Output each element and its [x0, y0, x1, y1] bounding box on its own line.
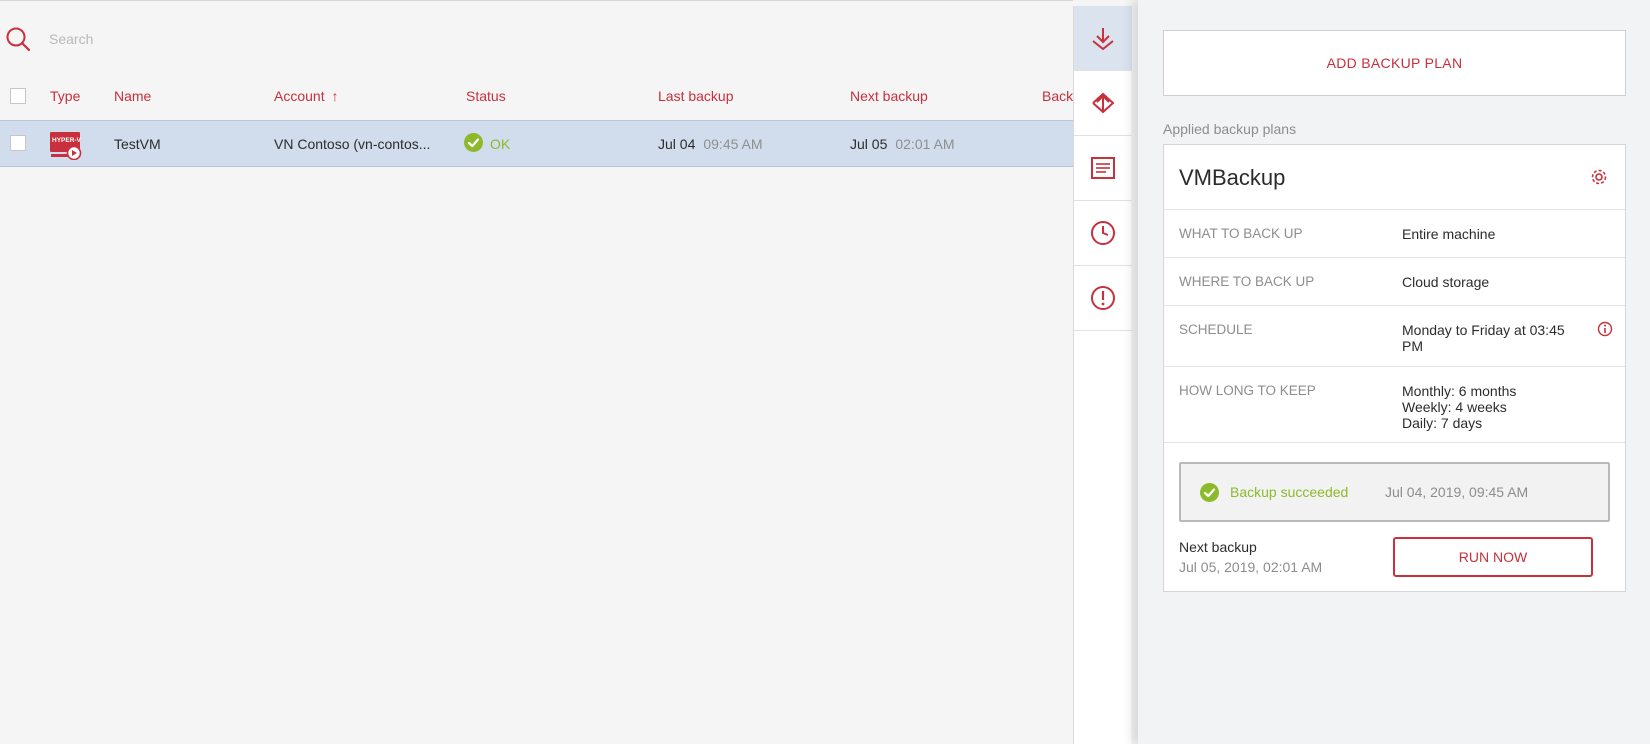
keep-line-3: Daily: 7 days — [1402, 415, 1483, 431]
prop-schedule: SCHEDULE Monday to Friday at 03:45 PM — [1164, 305, 1625, 366]
prop-where-to-back-up: WHERE TO BACK UP Cloud storage — [1164, 257, 1625, 305]
prop-value: Monthly: 6 months Weekly: 4 weeks Daily:… — [1402, 383, 1516, 431]
column-header-last-backup[interactable]: Last backup — [658, 88, 734, 104]
column-header-status[interactable]: Status — [466, 88, 506, 104]
backups-button[interactable] — [1074, 136, 1132, 201]
prop-key: SCHEDULE — [1179, 322, 1253, 337]
prop-value: Entire machine — [1402, 226, 1496, 242]
plan-title: VMBackup — [1179, 165, 1286, 190]
column-header-type[interactable]: Type — [50, 88, 80, 104]
info-icon[interactable] — [1597, 321, 1613, 337]
search-bar[interactable]: Search — [0, 13, 1073, 63]
backup-button[interactable] — [1074, 6, 1132, 71]
alerts-button[interactable] — [1074, 266, 1132, 331]
column-header-backup-truncated[interactable]: Back — [1042, 88, 1073, 104]
backup-download-icon — [1092, 28, 1114, 51]
next-backup-value: Jul 05, 2019, 02:01 AM — [1179, 559, 1323, 575]
recovery-button[interactable] — [1074, 71, 1132, 136]
app-root: Search Type Name Account ↑ Status Last b… — [0, 0, 1650, 744]
result-time: Jul 04, 2019, 09:45 AM — [1385, 484, 1529, 500]
row-name: TestVM — [114, 136, 161, 152]
prop-what-to-back-up: WHAT TO BACK UP Entire machine — [1164, 209, 1625, 257]
run-now-button[interactable]: RUN NOW — [1393, 537, 1593, 577]
sort-ascending-icon: ↑ — [331, 88, 339, 104]
backups-list-icon — [1091, 157, 1115, 179]
activities-button[interactable] — [1074, 201, 1132, 266]
column-header-account[interactable]: Account ↑ — [274, 88, 338, 104]
row-next-backup-date: Jul 05 — [850, 136, 888, 152]
table-header: Type Name Account ↑ Status Last backup N… — [0, 77, 1073, 113]
result-message: Backup succeeded — [1230, 484, 1349, 500]
keep-line-2: Weekly: 4 weeks — [1402, 399, 1507, 415]
last-backup-result: Backup succeeded Jul 04, 2019, 09:45 AM — [1179, 462, 1610, 522]
action-strip — [1073, 6, 1132, 744]
schedule-line-1: Monday to Friday at 03:45 — [1402, 322, 1565, 338]
status-ok-icon — [464, 133, 483, 152]
row-last-backup-date: Jul 04 — [658, 136, 696, 152]
prop-key: WHERE TO BACK UP — [1179, 274, 1315, 289]
search-icon[interactable] — [5, 26, 31, 52]
prop-value: Cloud storage — [1402, 274, 1490, 290]
divider — [1164, 442, 1625, 443]
column-header-next-backup[interactable]: Next backup — [850, 88, 928, 104]
row-next-backup: Jul 05 02:01 AM — [850, 136, 955, 152]
row-account: VN Contoso (vn-contos... — [274, 136, 431, 152]
row-last-backup: Jul 04 09:45 AM — [658, 136, 763, 152]
search-input[interactable]: Search — [49, 31, 93, 47]
prop-value: Monday to Friday at 03:45 PM — [1402, 322, 1565, 354]
keep-line-1: Monthly: 6 months — [1402, 383, 1517, 399]
prop-how-long-to-keep: HOW LONG TO KEEP Monthly: 6 months Weekl… — [1164, 366, 1625, 442]
applied-plans-label: Applied backup plans — [1163, 121, 1297, 137]
machines-list: Search Type Name Account ↑ Status Last b… — [0, 0, 1073, 744]
prop-key: WHAT TO BACK UP — [1179, 226, 1303, 241]
row-checkbox[interactable] — [10, 135, 26, 151]
next-backup-label: Next backup — [1179, 539, 1257, 555]
backup-plan-card: VMBackup WHAT TO BACK UP Entire machine … — [1163, 144, 1626, 592]
column-header-account-label: Account — [274, 88, 325, 104]
alerts-icon — [1091, 286, 1115, 310]
hyperv-vm-icon: HYPER-V — [50, 132, 82, 160]
recovery-icon — [1092, 92, 1115, 114]
row-last-backup-time: 09:45 AM — [703, 136, 763, 152]
backup-details-panel: ADD BACKUP PLAN Applied backup plans VMB… — [1138, 0, 1650, 744]
row-next-backup-time: 02:01 AM — [895, 136, 955, 152]
gear-icon[interactable] — [1589, 167, 1609, 187]
add-backup-plan-button[interactable]: ADD BACKUP PLAN — [1163, 30, 1626, 96]
table-row[interactable]: HYPER-V TestVM VN Contoso (vn-contos... … — [0, 120, 1073, 167]
prop-key: HOW LONG TO KEEP — [1179, 383, 1316, 398]
row-status: OK — [490, 136, 511, 152]
select-all-checkbox[interactable] — [10, 88, 26, 104]
schedule-line-2: PM — [1402, 338, 1423, 354]
activities-clock-icon — [1091, 221, 1115, 245]
success-check-icon — [1200, 483, 1219, 502]
column-header-name[interactable]: Name — [114, 88, 151, 104]
svg-text:HYPER-V: HYPER-V — [52, 137, 82, 144]
